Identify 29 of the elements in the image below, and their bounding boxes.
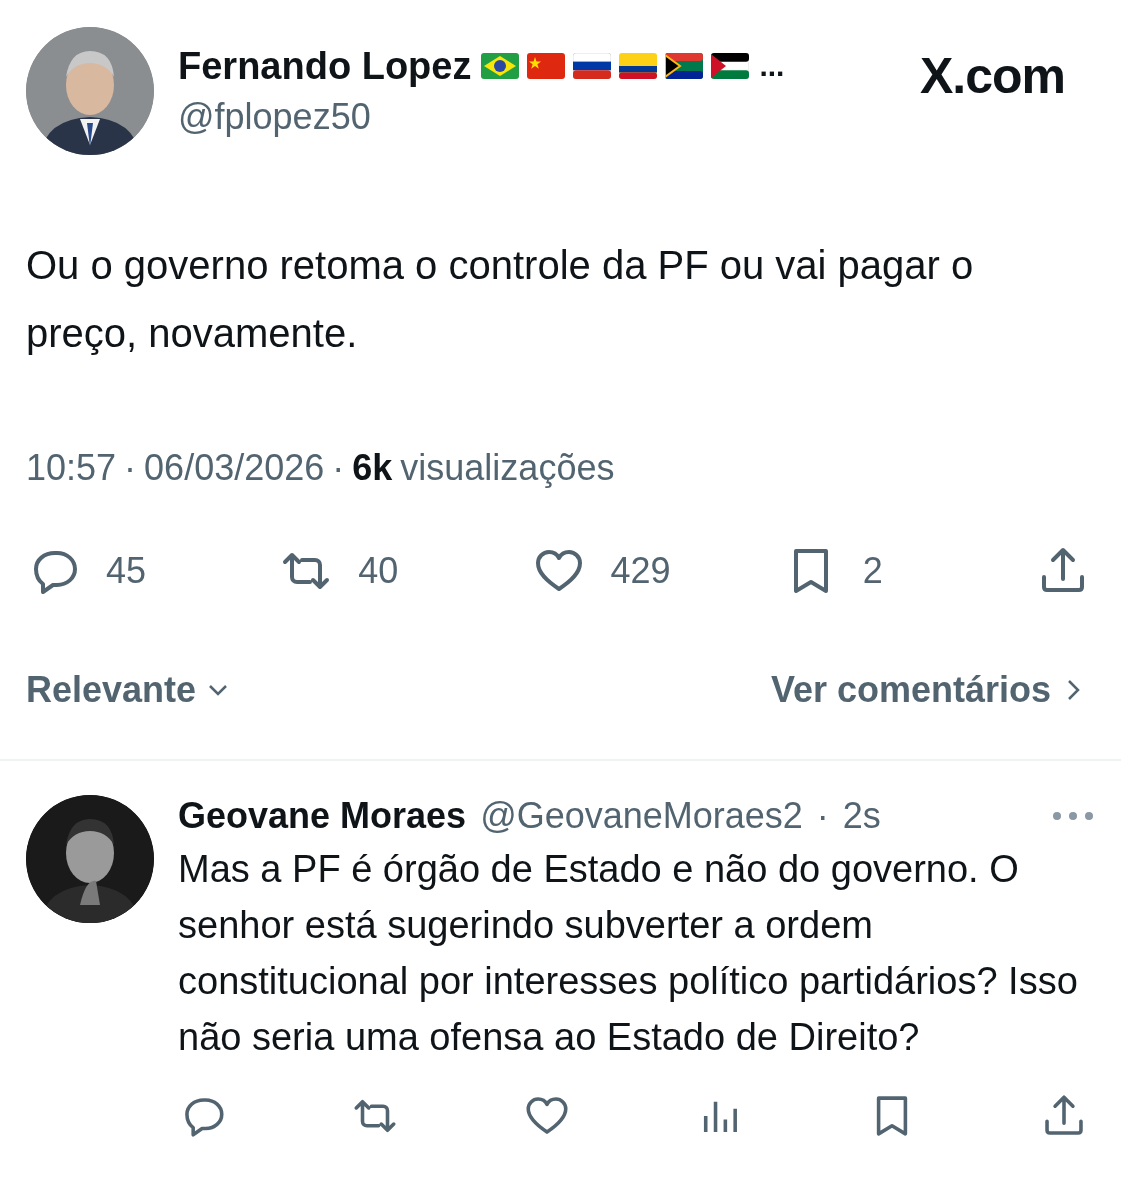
views-label: visualizações xyxy=(400,447,615,489)
view-comments-link[interactable]: Ver comentários xyxy=(770,669,1087,711)
flag-icon xyxy=(527,53,566,79)
name-overflow: ... xyxy=(759,49,785,83)
flag-icon xyxy=(665,53,704,79)
separator-dot: · xyxy=(124,447,137,489)
action-count: 429 xyxy=(610,550,671,592)
action-count: 40 xyxy=(358,550,399,592)
post-age: 2s xyxy=(842,795,881,837)
author-name: Geovane Moraes xyxy=(178,795,467,837)
views-count: 6k xyxy=(352,447,393,489)
separator-dot: · xyxy=(816,795,829,837)
author-handle: @GeovaneMoraes2 xyxy=(480,795,803,837)
author-handle: @fplopez50 xyxy=(178,95,372,138)
action-count: 45 xyxy=(106,550,147,592)
reply-text: Mas a PF é órgão de Estado e não do governo. O senhor está sugerindo subverter a ordem constitucional por interesses político partidários? Isso não seria uma ofensa ao Estado de Direito? xyxy=(178,847,1079,1060)
flag-icon xyxy=(481,53,520,79)
sort-dropdown[interactable]: Relevante xyxy=(26,669,233,711)
flag-icon xyxy=(711,53,750,79)
post-date: 06/03/2026 xyxy=(144,447,325,489)
author-name: Fernando Lopez xyxy=(178,44,472,88)
post-text: Ou o governo retoma o controle da PF ou vai pagar o preço, novamente. xyxy=(25,242,975,357)
post-time: 10:57 xyxy=(26,447,117,489)
site-logo: X.com xyxy=(919,47,1065,105)
flag-icon xyxy=(619,53,658,79)
more-icon[interactable] xyxy=(1051,810,1095,822)
separator-dot: · xyxy=(332,447,345,489)
action-count: 2 xyxy=(862,550,883,592)
flag-icon xyxy=(573,53,612,79)
